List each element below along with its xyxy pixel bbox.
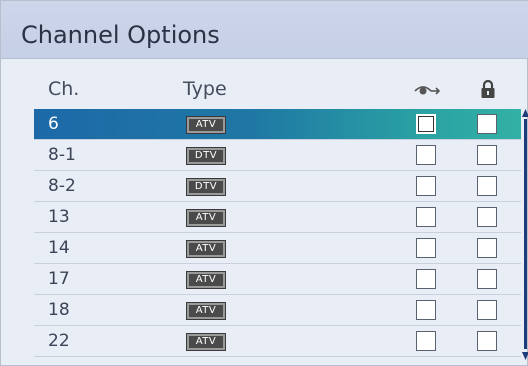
watch-skip-icon — [414, 86, 441, 95]
column-header-channel: Ch. — [48, 78, 80, 100]
channel-type-badge: ATV — [186, 116, 226, 134]
channel-row[interactable]: 17 ATV — [34, 264, 521, 295]
channel-row[interactable]: 22 ATV — [34, 326, 521, 357]
scroll-down-icon[interactable] — [522, 352, 528, 360]
page-title: Channel Options — [21, 21, 220, 49]
header-bar: Channel Options — [1, 1, 528, 59]
channel-type-badge: ATV — [186, 302, 226, 320]
channel-row[interactable]: 8-1 DTV — [34, 140, 521, 171]
skip-checkbox[interactable] — [416, 269, 436, 289]
lock-checkbox[interactable] — [477, 207, 497, 227]
channel-row[interactable]: 6 ATV — [34, 109, 521, 140]
lock-checkbox[interactable] — [477, 331, 497, 351]
skip-checkbox[interactable] — [416, 207, 436, 227]
channel-number: 13 — [48, 207, 70, 227]
skip-checkbox[interactable] — [416, 114, 436, 134]
channel-number: 6 — [48, 114, 59, 134]
scrollbar[interactable] — [522, 109, 528, 360]
lock-checkbox[interactable] — [477, 176, 497, 196]
channel-number: 8-2 — [48, 176, 76, 196]
skip-checkbox[interactable] — [416, 300, 436, 320]
channel-row[interactable]: 8-2 DTV — [34, 171, 521, 202]
skip-checkbox[interactable] — [416, 145, 436, 165]
scrollbar-track[interactable] — [524, 119, 527, 349]
channel-row[interactable]: 18 ATV — [34, 295, 521, 326]
channel-number: 17 — [48, 269, 70, 289]
lock-checkbox[interactable] — [477, 238, 497, 258]
column-header-type: Type — [183, 78, 227, 100]
channel-number: 14 — [48, 238, 70, 258]
lock-icon — [481, 79, 495, 98]
channel-options-panel: Channel Options Ch. Type 6 ATV 8-1 DTV 8-2 DT… — [0, 0, 528, 366]
channel-list: 6 ATV 8-1 DTV 8-2 DTV 13 ATV 14 ATV 17 ATV 18 ATV 22 AT… — [34, 109, 521, 357]
lock-checkbox[interactable] — [477, 269, 497, 289]
channel-row[interactable]: 14 ATV — [34, 233, 521, 264]
lock-checkbox[interactable] — [477, 145, 497, 165]
lock-checkbox[interactable] — [477, 114, 497, 134]
channel-type-badge: DTV — [186, 147, 226, 165]
channel-number: 8-1 — [48, 145, 76, 165]
channel-type-badge: DTV — [186, 178, 226, 196]
lock-checkbox[interactable] — [477, 300, 497, 320]
channel-row[interactable]: 13 ATV — [34, 202, 521, 233]
channel-number: 22 — [48, 331, 70, 351]
skip-checkbox[interactable] — [416, 176, 436, 196]
channel-type-badge: ATV — [186, 271, 226, 289]
channel-type-badge: ATV — [186, 333, 226, 351]
channel-number: 18 — [48, 300, 70, 320]
scroll-up-icon[interactable] — [522, 109, 528, 117]
channel-type-badge: ATV — [186, 209, 226, 227]
skip-checkbox[interactable] — [416, 238, 436, 258]
channel-type-badge: ATV — [186, 240, 226, 258]
skip-checkbox[interactable] — [416, 331, 436, 351]
